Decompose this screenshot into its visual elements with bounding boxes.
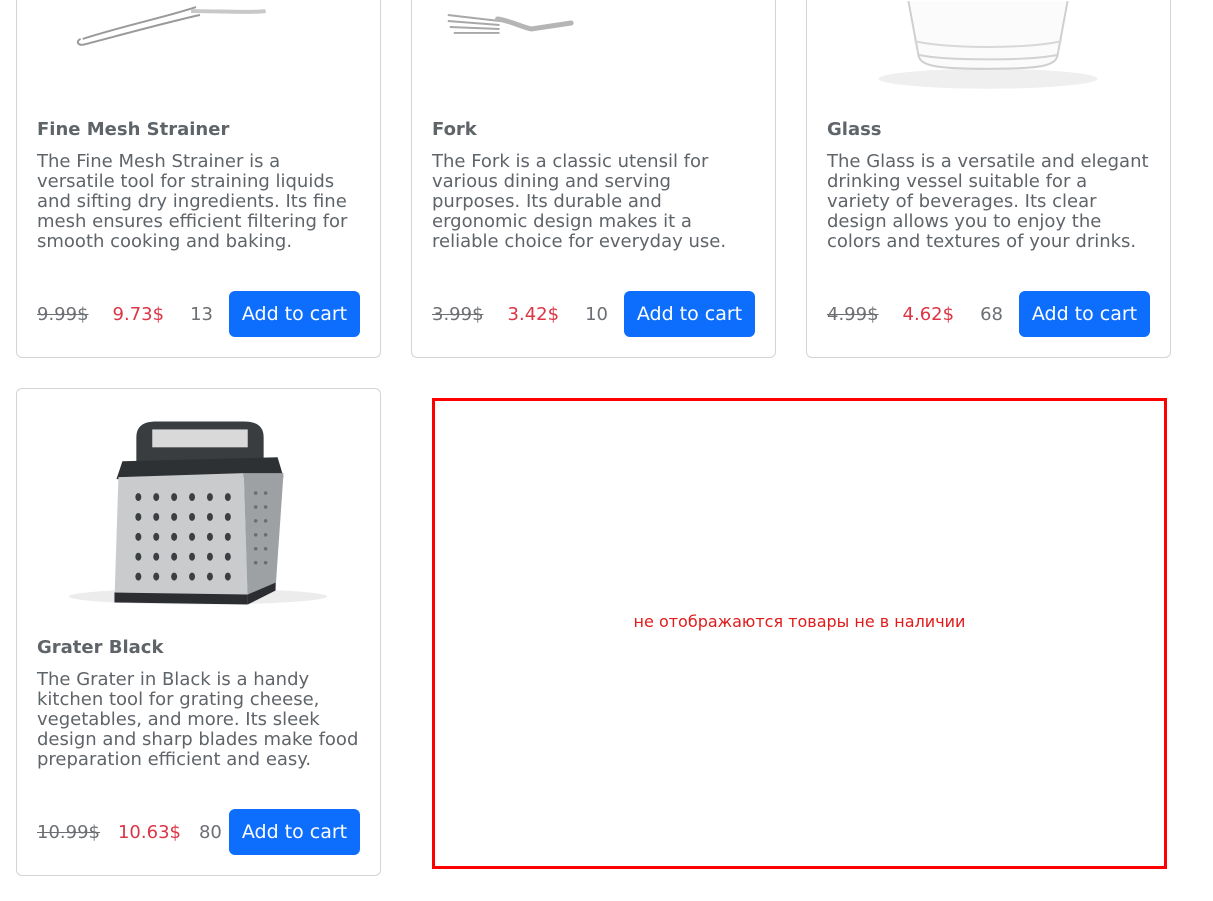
product-title: Glass <box>827 119 882 140</box>
add-to-cart-button[interactable]: Add to cart <box>624 291 755 337</box>
add-to-cart-button[interactable]: Add to cart <box>229 291 360 337</box>
product-title: Fine Mesh Strainer <box>37 119 230 140</box>
price-row: 10.99$ 10.63$ 80 Add to cart <box>37 809 360 855</box>
product-title: Grater Black <box>37 637 164 658</box>
product-card: Grater Black The Grater in Black is a ha… <box>16 388 381 876</box>
add-to-cart-button[interactable]: Add to cart <box>1019 291 1150 337</box>
product-grid-page: Fine Mesh Strainer The Fine Mesh Straine… <box>0 0 1213 901</box>
old-price: 9.99$ <box>37 303 89 325</box>
product-description: The Glass is a versatile and elegant dri… <box>827 151 1149 252</box>
product-card: Fine Mesh Strainer The Fine Mesh Straine… <box>16 0 381 358</box>
stock-count: 80 <box>198 821 222 843</box>
annotation-box: не отображаются товары не в наличии <box>432 398 1167 869</box>
product-card: Fork The Fork is a classic utensil for v… <box>411 0 776 358</box>
product-card: Glass The Glass is a versatile and elega… <box>806 0 1171 358</box>
old-price: 4.99$ <box>827 303 879 325</box>
sale-price: 3.42$ <box>507 303 560 325</box>
price-row: 3.99$ 3.42$ 10 Add to cart <box>432 291 755 337</box>
product-description: The Fine Mesh Strainer is a versatile to… <box>37 151 348 252</box>
stock-count: 68 <box>980 303 1003 325</box>
stock-count: 10 <box>585 303 608 325</box>
old-price: 10.99$ <box>37 821 100 843</box>
product-title: Fork <box>432 119 477 140</box>
sale-price: 4.62$ <box>902 303 955 325</box>
fork-image <box>412 0 775 61</box>
price-row: 9.99$ 9.73$ 13 Add to cart <box>37 291 360 337</box>
glass-image <box>807 0 1170 96</box>
stock-count: 13 <box>190 303 213 325</box>
sale-price: 10.63$ <box>117 821 181 843</box>
product-description: The Fork is a classic utensil for variou… <box>432 151 727 252</box>
product-description: The Grater in Black is a handy kitchen t… <box>37 669 359 770</box>
grater-image <box>17 407 380 607</box>
annotation-text: не отображаются товары не в наличии <box>633 612 966 631</box>
price-row: 4.99$ 4.62$ 68 Add to cart <box>827 291 1150 337</box>
old-price: 3.99$ <box>432 303 484 325</box>
strainer-image <box>17 0 380 61</box>
add-to-cart-button[interactable]: Add to cart <box>229 809 360 855</box>
sale-price: 9.73$ <box>112 303 165 325</box>
